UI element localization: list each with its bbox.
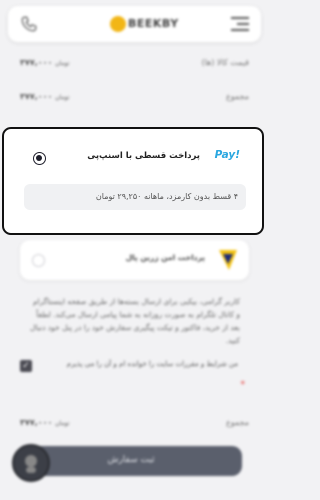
price-row: ۳۷۷,۰۰۰ تومان قیمت کالا (ها) [20,56,249,70]
total-value: ۳۷۷,۰۰۰ تومان [20,92,70,101]
snappay-radio-selected[interactable] [33,152,46,165]
support-chat-button[interactable] [12,444,50,482]
background-content: BEEKBY ۳۷۷,۰۰۰ تومان قیمت کالا (ها) ۳۷۷,… [0,0,269,500]
installment-text: ۴ قسط بدون کارمزد، ماهانه ۲۹,۲۵۰ تومان [95,192,238,201]
zarinpal-logo-icon [219,250,237,270]
brand-logo[interactable]: BEEKBY [110,14,178,34]
phone-icon[interactable] [20,15,38,33]
installment-info: ۴ قسط بدون کارمزد، ماهانه ۲۹,۲۵۰ تومان [24,184,246,210]
required-mark: * [240,380,246,390]
snappay-option-card[interactable]: پرداخت قسطی با اسنپ‌پی Pay! ۴ قسط بدون ک… [2,127,264,235]
bee-icon [110,16,126,32]
snappay-logo: Pay! [214,149,240,161]
top-bar: BEEKBY [8,6,261,42]
headset-icon [25,455,37,473]
consent-label[interactable]: من شرایط و مقررات سایت را خوانده ام و آن… [38,360,238,368]
zarinpal-title: پرداخت امن زرین پال [125,253,205,262]
total-label: مجموع [226,92,249,101]
zarinpal-radio[interactable] [32,254,45,267]
total-row: ۳۷۷,۰۰۰ تومان مجموع [20,90,249,104]
footer-total-label: مجموع [226,418,249,427]
snappay-title: پرداخت قسطی با اسنپ‌پی [87,151,200,161]
footer-total-row: ۳۷۷,۰۰۰ تومان مجموع [20,416,249,430]
policy-text: کاربر گرامی، بیکبی برای ارسال بسته‌ها از… [30,297,240,345]
footer-total-value: ۳۷۷,۰۰۰ تومان [20,418,70,427]
submit-order-button[interactable]: ثبت سفارش [20,446,242,476]
menu-icon[interactable] [231,17,249,31]
price-label: قیمت کالا (ها) [201,58,249,67]
consent-checkbox[interactable]: ✓ [20,360,32,372]
zarinpal-option[interactable]: پرداخت امن زرین پال [20,240,249,280]
price-value: ۳۷۷,۰۰۰ تومان [20,58,70,67]
